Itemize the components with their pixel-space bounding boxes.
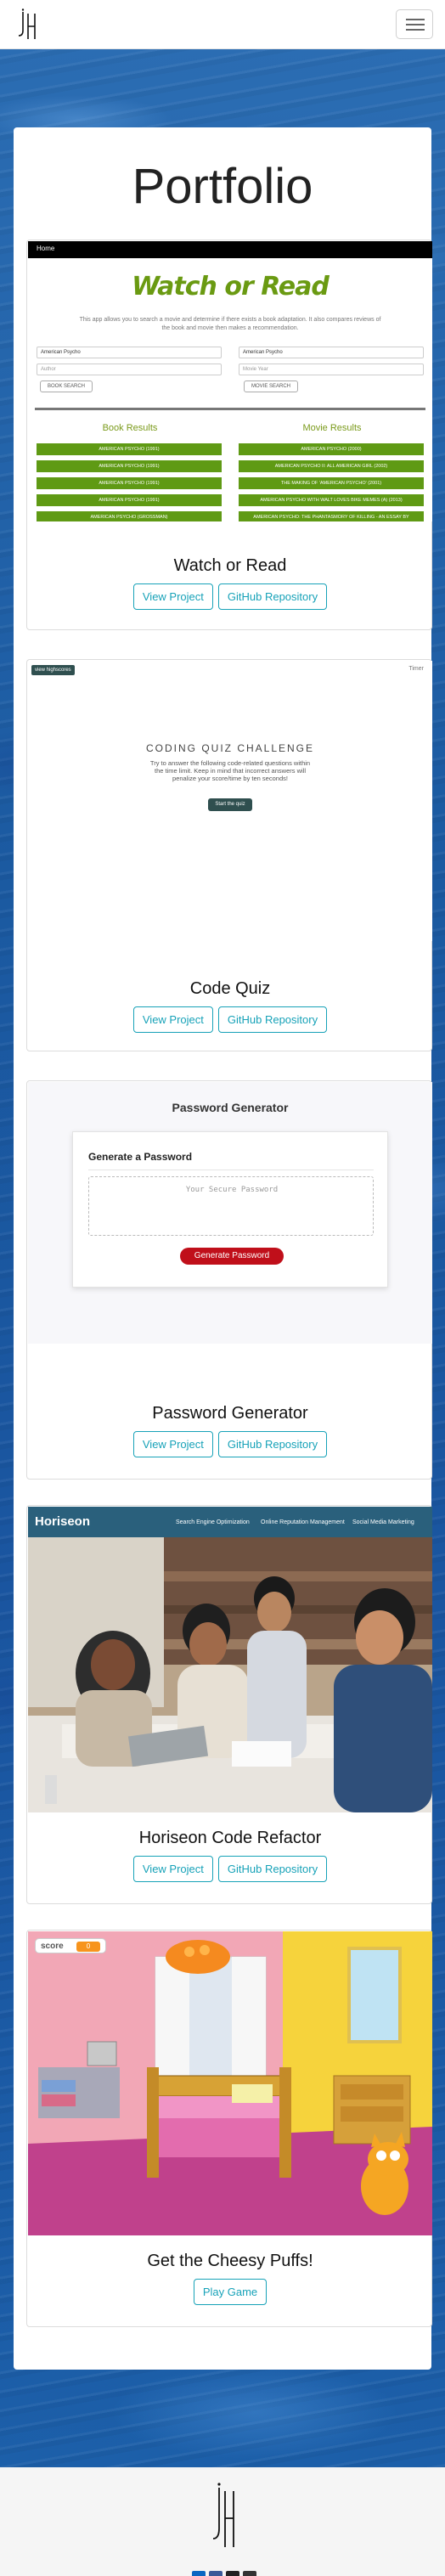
preview-movie-results-heading: Movie Results bbox=[302, 423, 362, 433]
preview-logo: Watch or Read bbox=[132, 272, 330, 302]
preview-nav-item: Search Engine Optimization bbox=[176, 1519, 250, 1525]
score-display: score 0 bbox=[35, 1938, 106, 1953]
project-buttons: Play Game bbox=[27, 2279, 433, 2305]
linkedin-icon[interactable] bbox=[192, 2571, 206, 2576]
preview-start-button: Start the quiz bbox=[208, 798, 252, 811]
project-buttons: View Project GitHub Repository bbox=[27, 1006, 433, 1033]
project-card-cheesy-puffs: score 0 Get the Cheesy Puffs! Play Game bbox=[26, 1930, 432, 2327]
project-preview: score 0 bbox=[28, 1931, 432, 2235]
preview-movie-result: AMERICAN PSYCHO: THE PHANTASMORY OF KILL… bbox=[239, 511, 424, 521]
preview-movie-result: THE MAKING OF 'AMERICAN PSYCHO' (2001) bbox=[239, 477, 424, 489]
project-preview: Password Generator Generate a Password Y… bbox=[28, 1082, 432, 1344]
scratch-bedroom-scene bbox=[28, 1931, 432, 2235]
hamburger-line bbox=[406, 24, 425, 25]
footer bbox=[0, 2467, 445, 2576]
play-game-button[interactable]: Play Game bbox=[193, 2279, 268, 2305]
project-title: Password Generator bbox=[152, 1404, 308, 1423]
github-repository-button[interactable]: GitHub Repository bbox=[217, 583, 328, 610]
jh-logo-icon[interactable] bbox=[211, 2481, 236, 2549]
hamburger-line bbox=[406, 29, 425, 31]
preview-nav-home: Home bbox=[37, 245, 55, 252]
preview-heading: Password Generator bbox=[172, 1101, 289, 1114]
preview-header: Horiseon Search Engine Optimization Onli… bbox=[28, 1507, 432, 1537]
preview-movie-result: AMERICAN PSYCHO II: ALL AMERICAN GIRL (2… bbox=[239, 460, 424, 472]
preview-nav-item: Online Reputation Management bbox=[261, 1519, 345, 1525]
team-meeting-photo bbox=[28, 1537, 432, 1812]
github-repository-button[interactable]: GitHub Repository bbox=[217, 1006, 328, 1033]
project-preview: Horiseon Search Engine Optimization Onli… bbox=[28, 1507, 432, 1812]
score-value: 0 bbox=[76, 1942, 100, 1952]
preview-card-title: Generate a Password bbox=[88, 1151, 193, 1163]
preview-brand: Horiseon bbox=[35, 1514, 91, 1529]
project-preview: view highscores Timer CODING QUIZ CHALLE… bbox=[28, 661, 432, 941]
preview-password-card: Generate a Password Your Secure Password… bbox=[72, 1131, 388, 1288]
project-card-password-generator: Password Generator Generate a Password Y… bbox=[26, 1080, 432, 1480]
project-card-horiseon: Horiseon Search Engine Optimization Onli… bbox=[26, 1505, 432, 1904]
github-repository-button[interactable]: GitHub Repository bbox=[217, 1856, 328, 1882]
hamburger-icon bbox=[406, 19, 425, 20]
preview-book-result: AMERICAN PSYCHO (1991) bbox=[37, 477, 222, 489]
preview-quiz-heading: CODING QUIZ CHALLENGE bbox=[145, 742, 315, 754]
project-buttons: View Project GitHub Repository bbox=[27, 583, 433, 610]
github-icon[interactable] bbox=[226, 2571, 239, 2576]
score-label: score bbox=[41, 1942, 64, 1951]
github-repository-button[interactable]: GitHub Repository bbox=[217, 1431, 328, 1457]
preview-movie-result: AMERICAN PSYCHO (2000) bbox=[239, 443, 424, 455]
project-buttons: View Project GitHub Repository bbox=[27, 1431, 433, 1457]
preview-highscores-link: view highscores bbox=[31, 665, 75, 675]
preview-navbar: Home bbox=[28, 241, 432, 258]
page-title: Portfolio bbox=[132, 159, 313, 214]
portfolio-panel: Portfolio Home Watch or Read This app al… bbox=[14, 127, 432, 2370]
view-project-button[interactable]: View Project bbox=[132, 1006, 213, 1033]
jh-logo-icon[interactable] bbox=[15, 8, 37, 41]
project-card-watch-or-read: Home Watch or Read This app allows you t… bbox=[26, 240, 432, 630]
preview-password-area: Your Secure Password bbox=[88, 1176, 374, 1236]
view-project-button[interactable]: View Project bbox=[132, 583, 213, 610]
preview-movie-input: American Psycho bbox=[239, 347, 424, 358]
preview-author-input: Author bbox=[37, 364, 222, 375]
preview-book-search-button: BOOK SEARCH bbox=[40, 380, 93, 392]
preview-quiz-description: Try to answer the following code-related… bbox=[149, 759, 311, 782]
view-project-button[interactable]: View Project bbox=[132, 1856, 213, 1882]
project-title: Code Quiz bbox=[189, 979, 271, 998]
preview-movie-search-button: MOVIE SEARCH bbox=[244, 380, 299, 392]
project-title: Horiseon Code Refactor bbox=[138, 1829, 322, 1847]
project-preview: Home Watch or Read This app allows you t… bbox=[28, 241, 432, 521]
preview-book-result: AMERICAN PSYCHO (1991) bbox=[37, 494, 222, 506]
preview-book-results-heading: Book Results bbox=[102, 423, 158, 433]
menu-toggle-button[interactable] bbox=[396, 9, 433, 39]
preview-book-result: AMERICAN PSYCHO (1991) bbox=[37, 443, 222, 455]
view-project-button[interactable]: View Project bbox=[132, 1431, 213, 1457]
project-title: Get the Cheesy Puffs! bbox=[147, 2252, 313, 2270]
email-icon[interactable] bbox=[243, 2571, 256, 2576]
navbar bbox=[0, 0, 445, 49]
preview-description: This app allows you to search a movie an… bbox=[79, 317, 381, 331]
preview-book-result: AMERICAN PSYCHO (GROSSMAN) bbox=[37, 511, 222, 521]
project-card-code-quiz: view highscores Timer CODING QUIZ CHALLE… bbox=[26, 659, 432, 1051]
project-title: Watch or Read bbox=[173, 556, 287, 575]
preview-timer: Timer bbox=[408, 666, 424, 672]
project-buttons: View Project GitHub Repository bbox=[27, 1856, 433, 1882]
preview-divider bbox=[35, 408, 425, 410]
preview-movie-result: AMERICAN PSYCHO WITH WALT LOVES BIKE MEM… bbox=[239, 494, 424, 506]
preview-generate-button: Generate Password bbox=[180, 1248, 284, 1265]
preview-book-result: AMERICAN PSYCHO (1991) bbox=[37, 460, 222, 472]
preview-password-placeholder: Your Secure Password bbox=[185, 1186, 279, 1194]
preview-book-input: American Psycho bbox=[37, 347, 222, 358]
preview-nav-item: Social Media Marketing bbox=[352, 1519, 414, 1525]
facebook-icon[interactable] bbox=[209, 2571, 222, 2576]
preview-year-input: Movie Year bbox=[239, 364, 424, 375]
